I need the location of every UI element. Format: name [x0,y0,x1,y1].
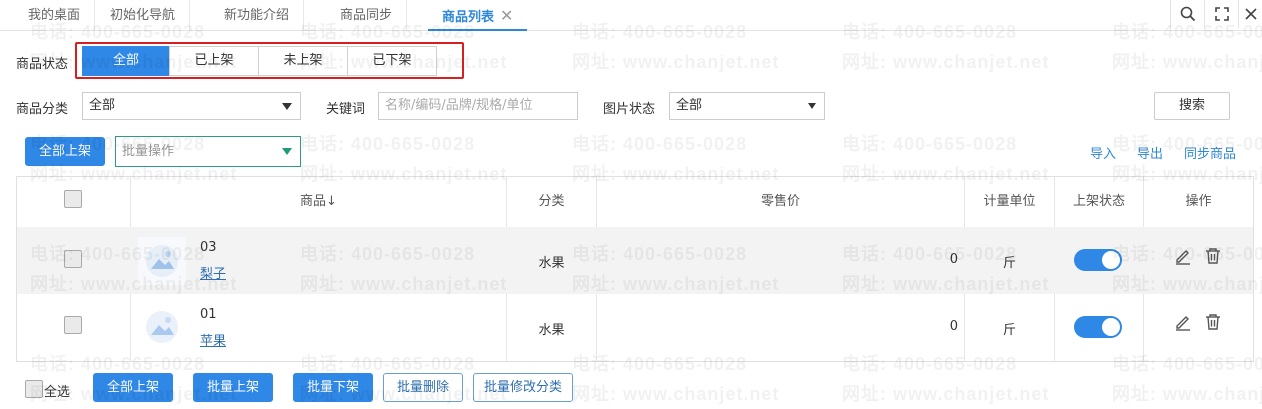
select-all-label: 全选 [44,385,71,400]
watermark-site: 网址: www.chanjet.net [1112,384,1262,404]
product-price: 0 [949,319,958,334]
watermark-site: 网址: www.chanjet.net [572,52,780,72]
select-all-checkbox[interactable] [25,380,43,398]
category-label: 商品分类 [16,102,69,117]
column-header-price: 零售价 [760,194,800,209]
search-button[interactable]: 搜索 [1154,92,1230,120]
sync-products-link[interactable]: 同步商品 [1184,143,1236,162]
trash-icon[interactable] [1204,313,1222,331]
batch-ops-placeholder: 批量操作 [122,144,175,159]
column-header-category: 分类 [538,194,565,209]
tab-product-sync[interactable]: 商品同步 [326,0,408,31]
watermark-site: 网址: www.chanjet.net [572,384,780,404]
close-window-icon[interactable] [1238,0,1262,28]
chevron-down-icon [282,103,292,110]
tab-label: 商品同步 [340,8,393,23]
product-code: 01 [200,307,217,322]
batch-off-shelf-button[interactable]: 批量下架 [293,373,373,402]
tab-label: 商品列表 [442,10,495,25]
search-icon[interactable] [1170,0,1204,28]
product-category: 水果 [538,256,565,271]
watermark-site: 网址: www.chanjet.net [842,384,1050,404]
batch-ops-select[interactable]: 批量操作 [115,136,301,167]
shelf-status-toggle[interactable] [1074,316,1122,338]
image-status-select[interactable]: 全部 [669,92,825,120]
column-header-actions: 操作 [1185,194,1212,209]
highlight-box [75,42,464,79]
product-category: 水果 [538,323,565,338]
export-link[interactable]: 导出 [1137,143,1163,162]
tab-label: 新功能介绍 [224,8,290,23]
watermark-phone: 电话: 400-665-0028 [300,134,476,154]
watermark-phone: 电话: 400-665-0028 [842,134,1018,154]
product-image-placeholder-icon [138,237,186,285]
tab-my-desktop[interactable]: 我的桌面 [14,0,96,31]
batch-on-shelf-button[interactable]: 批量上架 [193,373,273,402]
tab-product-list[interactable]: 商品列表 ✕ [428,0,528,31]
product-table: 商品↓ 分类 零售价 计量单位 上架状态 操作 03 梨子 水果 0 斤 01 … [16,176,1254,362]
row-checkbox[interactable] [64,250,82,268]
keyword-input[interactable]: 名称/编码/品牌/规格/单位 [378,92,578,120]
edit-icon[interactable] [1174,247,1192,265]
image-status-value: 全部 [676,98,703,113]
keyword-label: 关键词 [326,102,366,117]
category-value: 全部 [89,98,116,113]
tab-bar: 我的桌面 初始化导航 新功能介绍 商品同步 商品列表 ✕ [0,0,1262,31]
product-price: 0 [949,252,958,267]
watermark-phone: 电话: 400-665-0028 [572,134,748,154]
product-unit: 斤 [1002,256,1016,271]
batch-change-category-button[interactable]: 批量修改分类 [473,373,573,402]
batch-delete-button[interactable]: 批量删除 [383,373,463,402]
all-on-shelf-button[interactable]: 全部上架 [25,137,105,166]
chevron-down-icon [282,148,292,155]
tab-new-features[interactable]: 新功能介绍 [210,0,305,31]
product-code: 03 [200,240,217,255]
chevron-down-icon [808,103,816,109]
import-link[interactable]: 导入 [1090,143,1116,162]
column-header-unit: 计量单位 [983,194,1036,209]
tab-label: 我的桌面 [28,8,81,23]
product-name-link[interactable]: 苹果 [200,330,226,349]
product-unit: 斤 [1002,323,1016,338]
category-select[interactable]: 全部 [82,92,301,120]
watermark-site: 网址: www.chanjet.net [842,52,1050,72]
edit-icon[interactable] [1174,313,1192,331]
fullscreen-icon[interactable] [1204,0,1238,28]
image-status-label: 图片状态 [603,102,656,117]
product-image-placeholder-icon [138,303,186,351]
footer-all-on-shelf-button[interactable]: 全部上架 [93,373,173,402]
column-header-shelf-status: 上架状态 [1072,194,1125,209]
column-header-product[interactable]: 商品↓ [131,177,506,227]
watermark-site: 网址: www.chanjet.net [1112,52,1262,72]
table-row: 03 梨子 水果 0 斤 [17,227,1253,294]
row-checkbox[interactable] [64,316,82,334]
table-row: 01 苹果 水果 0 斤 [17,294,1253,361]
product-name-link[interactable]: 梨子 [200,263,226,282]
shelf-status-toggle[interactable] [1074,249,1122,271]
tab-init-nav[interactable]: 初始化导航 [96,0,191,31]
status-label: 商品状态 [16,57,69,72]
header-select-all-checkbox[interactable] [64,190,82,208]
tab-label: 初始化导航 [110,8,176,23]
close-icon[interactable]: ✕ [500,6,513,25]
trash-icon[interactable] [1204,247,1222,265]
